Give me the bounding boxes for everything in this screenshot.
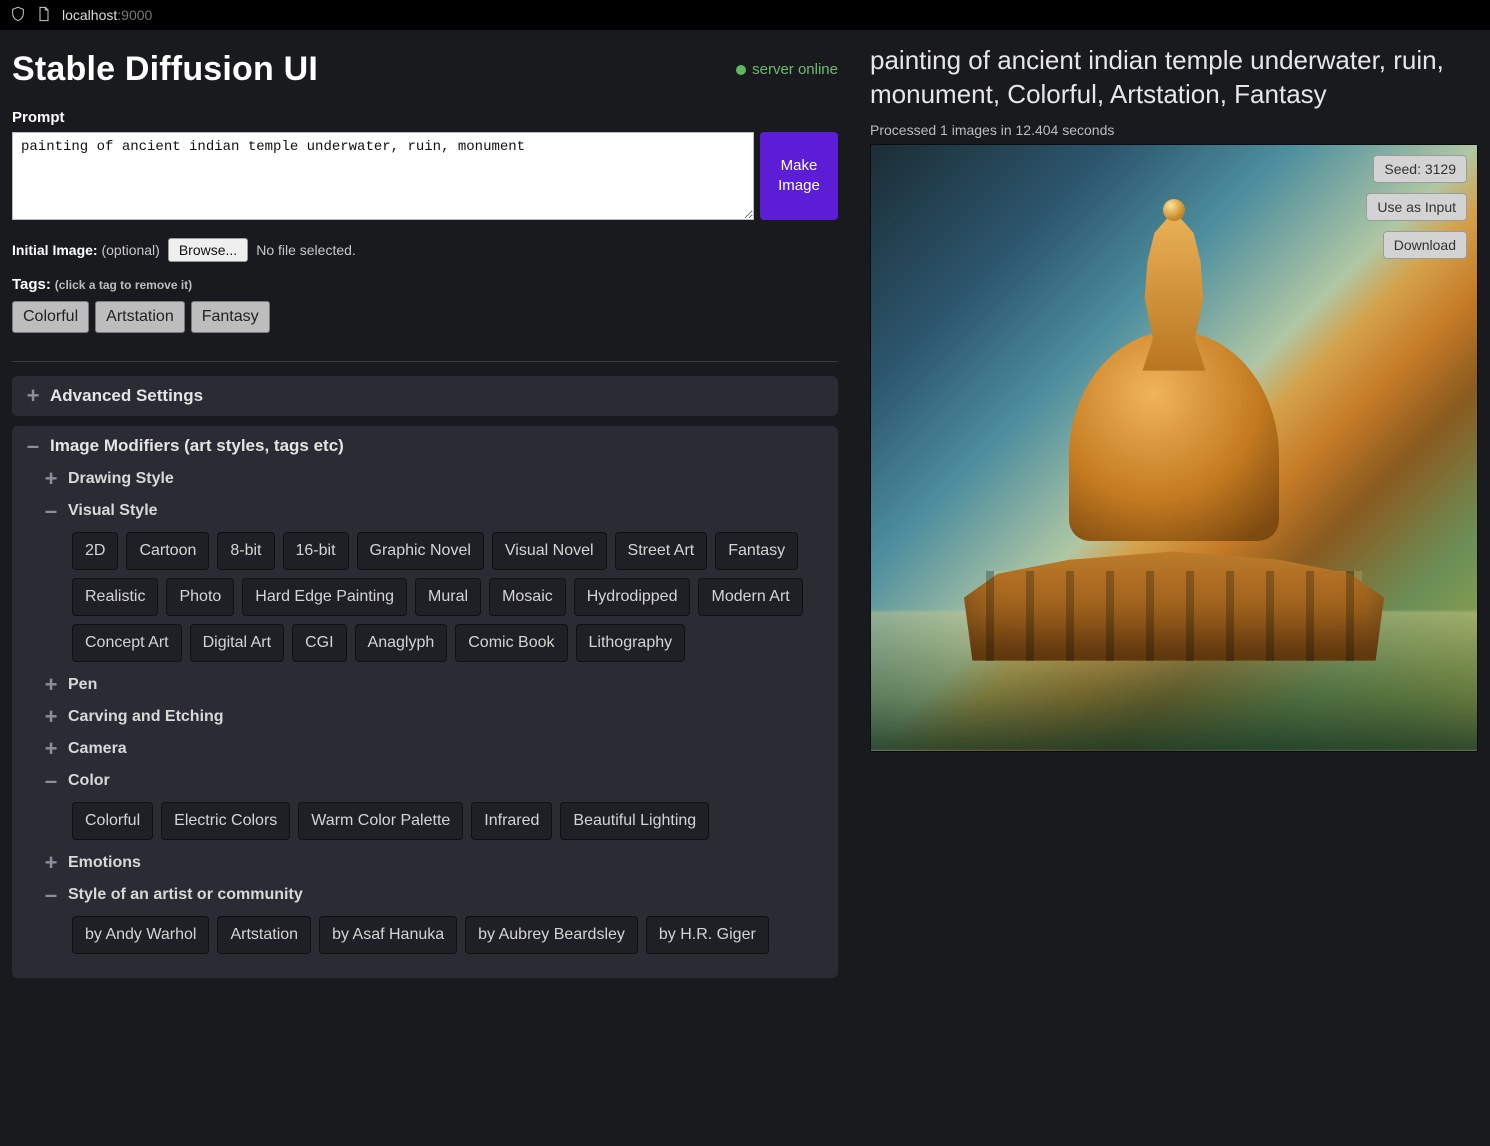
modifier-tag[interactable]: Electric Colors <box>161 802 290 840</box>
file-status: No file selected. <box>256 242 356 258</box>
modifier-category-title: Emotions <box>68 854 141 872</box>
modifier-tag[interactable]: Graphic Novel <box>357 532 484 570</box>
server-status: server online <box>736 61 838 78</box>
modifier-tag[interactable]: by Andy Warhol <box>72 916 209 954</box>
modifier-tag[interactable]: Hard Edge Painting <box>242 578 407 616</box>
modifier-tag[interactable]: by H.R. Giger <box>646 916 769 954</box>
plus-icon <box>42 740 60 758</box>
modifier-tag[interactable]: Realistic <box>72 578 158 616</box>
minus-icon <box>42 886 60 904</box>
result-title: painting of ancient indian temple underw… <box>870 44 1478 112</box>
prompt-label: Prompt <box>12 109 838 126</box>
browse-button[interactable]: Browse... <box>168 238 248 262</box>
plus-icon <box>42 854 60 872</box>
page-title: Stable Diffusion UI <box>12 50 318 89</box>
initial-image-label: Initial Image: (optional) <box>12 242 160 258</box>
use-as-input-button[interactable]: Use as Input <box>1366 193 1467 221</box>
modifier-category-title: Style of an artist or community <box>68 886 303 904</box>
modifier-tag[interactable]: Colorful <box>72 802 153 840</box>
shield-icon <box>10 6 26 25</box>
plus-icon <box>42 470 60 488</box>
modifier-tag[interactable]: by Aubrey Beardsley <box>465 916 638 954</box>
page-icon <box>36 6 52 25</box>
modifier-tag[interactable]: Beautiful Lighting <box>560 802 709 840</box>
modifier-category-toggle[interactable]: Carving and Etching <box>42 708 826 726</box>
modifier-tag[interactable]: Hydrodipped <box>574 578 691 616</box>
plus-icon <box>42 676 60 694</box>
modifier-category-title: Camera <box>68 740 127 758</box>
generated-image-illustration <box>964 361 1384 661</box>
modifier-tag[interactable]: Digital Art <box>190 624 284 662</box>
selected-tag[interactable]: Colorful <box>12 301 89 333</box>
url-text[interactable]: localhost:9000 <box>62 7 152 23</box>
modifier-tag[interactable]: Visual Novel <box>492 532 607 570</box>
modifier-category-title: Pen <box>68 676 97 694</box>
modifier-tag[interactable]: Lithography <box>576 624 686 662</box>
modifier-tag[interactable]: Street Art <box>615 532 708 570</box>
selected-tag[interactable]: Artstation <box>95 301 185 333</box>
modifier-tag[interactable]: Mosaic <box>489 578 566 616</box>
modifier-tag[interactable]: Concept Art <box>72 624 182 662</box>
modifier-category-title: Visual Style <box>68 502 158 520</box>
modifier-tag[interactable]: Anaglyph <box>355 624 448 662</box>
modifier-tag[interactable]: Cartoon <box>126 532 209 570</box>
minus-icon <box>24 437 42 455</box>
tags-hint: (click a tag to remove it) <box>55 278 192 292</box>
modifier-category-toggle[interactable]: Emotions <box>42 854 826 872</box>
result-meta: Processed 1 images in 12.404 seconds <box>870 122 1478 138</box>
image-modifiers-panel: Image Modifiers (art styles, tags etc) D… <box>12 426 838 978</box>
divider <box>12 361 838 362</box>
modifier-category-title: Drawing Style <box>68 470 174 488</box>
modifier-category-toggle[interactable]: Pen <box>42 676 826 694</box>
status-dot-icon <box>736 65 746 75</box>
modifier-category-toggle[interactable]: Style of an artist or community <box>42 886 826 904</box>
modifier-tag[interactable]: Artstation <box>217 916 311 954</box>
modifier-tag[interactable]: 2D <box>72 532 118 570</box>
prompt-input[interactable]: painting of ancient indian temple underw… <box>12 132 754 220</box>
modifier-category-title: Carving and Etching <box>68 708 224 726</box>
download-button[interactable]: Download <box>1383 231 1467 259</box>
minus-icon <box>42 772 60 790</box>
modifier-category-toggle[interactable]: Camera <box>42 740 826 758</box>
selected-tag[interactable]: Fantasy <box>191 301 270 333</box>
modifier-tag[interactable]: Modern Art <box>698 578 802 616</box>
modifier-category-title: Color <box>68 772 110 790</box>
plus-icon <box>42 708 60 726</box>
modifier-tag[interactable]: 16-bit <box>283 532 349 570</box>
modifier-tag[interactable]: Photo <box>166 578 234 616</box>
image-modifiers-toggle[interactable]: Image Modifiers (art styles, tags etc) <box>24 436 826 456</box>
modifier-category-toggle[interactable]: Color <box>42 772 826 790</box>
tags-label: Tags: <box>12 276 51 293</box>
advanced-settings-toggle[interactable]: Advanced Settings <box>24 386 826 406</box>
result-image: Seed: 3129 Use as Input Download <box>870 144 1478 752</box>
minus-icon <box>42 502 60 520</box>
modifier-tag[interactable]: Fantasy <box>715 532 798 570</box>
modifier-tag[interactable]: Comic Book <box>455 624 567 662</box>
modifier-category-toggle[interactable]: Visual Style <box>42 502 826 520</box>
plus-icon <box>24 387 42 405</box>
modifier-tag[interactable]: 8-bit <box>217 532 274 570</box>
make-image-button[interactable]: Make Image <box>760 132 838 220</box>
modifier-tag[interactable]: Mural <box>415 578 481 616</box>
modifier-tag[interactable]: by Asaf Hanuka <box>319 916 457 954</box>
modifier-tag[interactable]: Infrared <box>471 802 552 840</box>
modifier-tag[interactable]: Warm Color Palette <box>298 802 463 840</box>
seed-label: Seed: 3129 <box>1373 155 1467 183</box>
modifier-tag[interactable]: CGI <box>292 624 346 662</box>
advanced-settings-panel: Advanced Settings <box>12 376 838 416</box>
modifier-category-toggle[interactable]: Drawing Style <box>42 470 826 488</box>
browser-address-bar: localhost:9000 <box>0 0 1490 30</box>
